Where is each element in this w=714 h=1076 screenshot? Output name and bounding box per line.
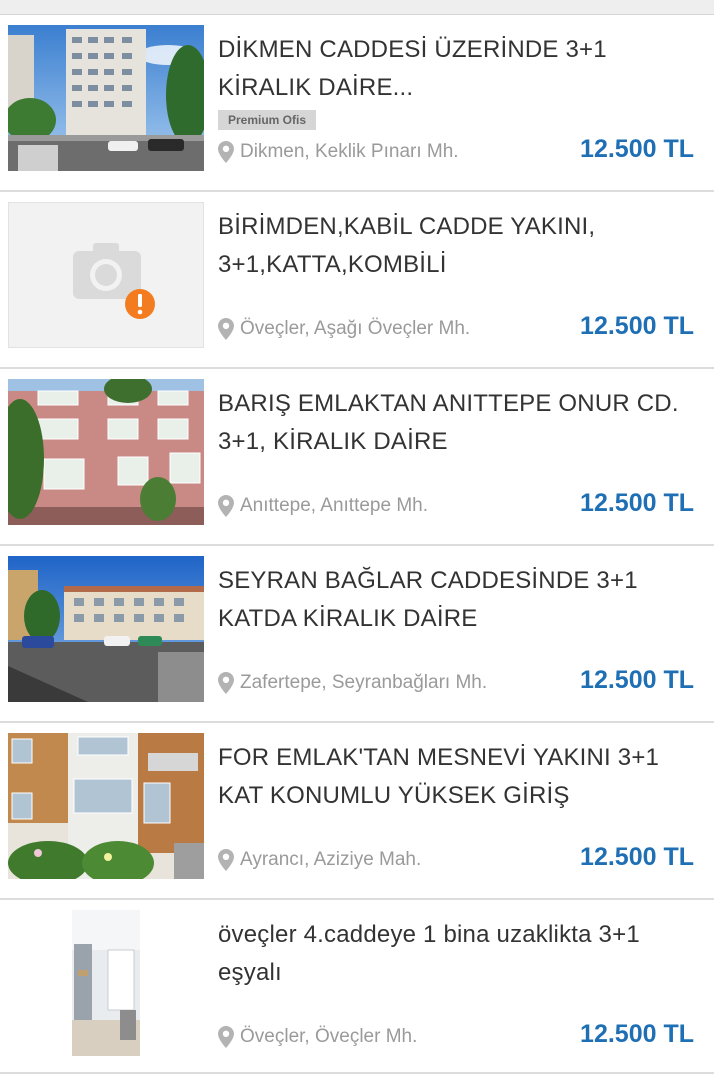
location-text: Öveçler, Aşağı Öveçler Mh. — [240, 318, 471, 339]
listing-title[interactable]: öveçler 4.caddeye 1 bina uzaklikta 3+1 e… — [218, 916, 688, 992]
location-text: Anıttepe, Anıttepe Mh. — [240, 495, 429, 516]
location-pin-icon — [218, 495, 234, 517]
listing-list: DİKMEN CADDESİ ÜZERİNDE 3+1 KİRALIK DAİR… — [0, 15, 714, 1074]
listing-location: Ayrancı, Aziziye Mah. — [218, 849, 421, 871]
listing-row[interactable]: SEYRAN BAĞLAR CADDESİNDE 3+1 KATDA KİRAL… — [0, 546, 714, 723]
listing-location: Öveçler, Öveçler Mh. — [218, 1026, 417, 1048]
listing-thumbnail[interactable] — [8, 25, 204, 171]
listing-title[interactable]: FOR EMLAK'TAN MESNEVİ YAKINI 3+1 KAT KON… — [218, 739, 688, 815]
listing-price: 12.500 TL — [580, 843, 694, 871]
listing-row[interactable]: FOR EMLAK'TAN MESNEVİ YAKINI 3+1 KAT KON… — [0, 723, 714, 900]
listing-thumbnail[interactable] — [8, 379, 204, 525]
location-text: Ayrancı, Aziziye Mah. — [240, 849, 422, 870]
warning-icon — [125, 289, 155, 319]
listing-location: Zafertepe, Seyranbağları Mh. — [218, 672, 487, 694]
listing-row[interactable]: BARIŞ EMLAKTAN ANITTEPE ONUR CD. 3+1, Kİ… — [0, 369, 714, 546]
listing-thumbnail[interactable] — [8, 202, 204, 348]
location-pin-icon — [218, 672, 234, 694]
listing-row[interactable]: DİKMEN CADDESİ ÜZERİNDE 3+1 KİRALIK DAİR… — [0, 15, 714, 192]
listing-thumbnail[interactable] — [8, 910, 204, 1056]
location-text: Öveçler, Öveçler Mh. — [240, 1026, 418, 1047]
top-toolbar-edge — [0, 0, 714, 15]
camera-icon — [73, 243, 141, 299]
listing-location: Dikmen, Keklik Pınarı Mh. — [218, 141, 459, 163]
listing-title[interactable]: BARIŞ EMLAKTAN ANITTEPE ONUR CD. 3+1, Kİ… — [218, 385, 688, 461]
location-text: Zafertepe, Seyranbağları Mh. — [240, 672, 488, 693]
location-pin-icon — [218, 849, 234, 871]
listing-price: 12.500 TL — [580, 312, 694, 340]
location-pin-icon — [218, 141, 234, 163]
listing-location: Anıttepe, Anıttepe Mh. — [218, 495, 428, 517]
listing-location: Öveçler, Aşağı Öveçler Mh. — [218, 318, 470, 340]
listing-thumbnail[interactable] — [8, 733, 204, 879]
location-text: Dikmen, Keklik Pınarı Mh. — [240, 141, 459, 162]
listing-title[interactable]: DİKMEN CADDESİ ÜZERİNDE 3+1 KİRALIK DAİR… — [218, 31, 688, 107]
listing-price: 12.500 TL — [580, 666, 694, 694]
listing-title[interactable]: BİRİMDEN,KABİL CADDE YAKINI, 3+1,KATTA,K… — [218, 208, 688, 284]
listing-price: 12.500 TL — [580, 1020, 694, 1048]
listing-thumbnail[interactable] — [8, 556, 204, 702]
listing-row[interactable]: BİRİMDEN,KABİL CADDE YAKINI, 3+1,KATTA,K… — [0, 192, 714, 369]
location-pin-icon — [218, 318, 234, 340]
listing-price: 12.500 TL — [580, 135, 694, 163]
listing-price: 12.500 TL — [580, 489, 694, 517]
listing-row[interactable]: öveçler 4.caddeye 1 bina uzaklikta 3+1 e… — [0, 900, 714, 1074]
location-pin-icon — [218, 1026, 234, 1048]
premium-badge: Premium Ofis — [218, 110, 317, 130]
listing-title[interactable]: SEYRAN BAĞLAR CADDESİNDE 3+1 KATDA KİRAL… — [218, 562, 688, 638]
